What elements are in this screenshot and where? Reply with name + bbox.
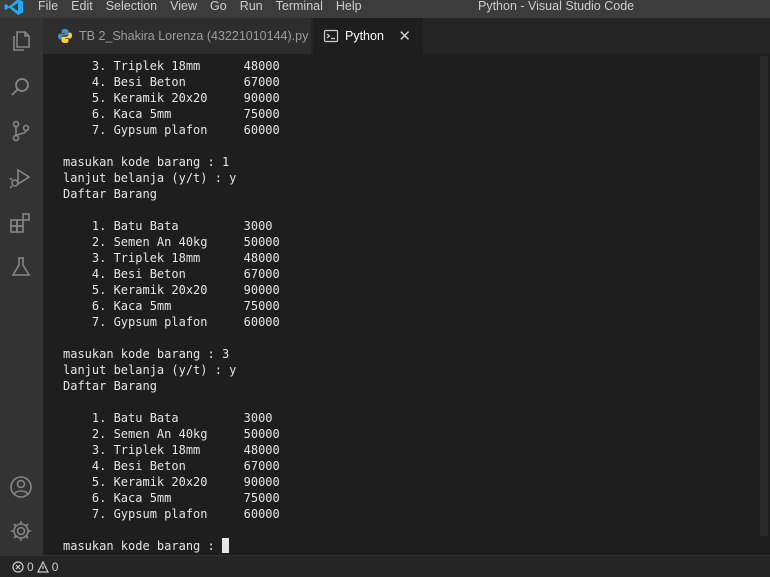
- tab-terminal-python[interactable]: Python ✕: [313, 18, 423, 54]
- problems-indicator[interactable]: 0 0: [12, 560, 58, 574]
- terminal-line: 1. Batu Bata 3000: [63, 219, 273, 233]
- menu-help[interactable]: Help: [336, 0, 369, 14]
- source-control-icon[interactable]: [8, 118, 34, 144]
- terminal-line: 6. Kaca 5mm 75000: [63, 491, 280, 505]
- terminal-line: masukan kode barang : 3: [63, 347, 230, 361]
- menu-selection[interactable]: Selection: [106, 0, 164, 14]
- tab-label: TB 2_Shakira Lorenza (43221010144).py: [79, 29, 309, 43]
- terminal-line: 7. Gypsum plafon 60000: [63, 123, 280, 137]
- testing-icon[interactable]: [8, 254, 34, 280]
- terminal-prompt-line[interactable]: masukan kode barang :: [63, 538, 280, 554]
- close-icon[interactable]: ✕: [398, 27, 411, 45]
- terminal-line: 4. Besi Beton 67000: [63, 459, 280, 473]
- terminal-cursor: [221, 538, 229, 553]
- terminal-panel[interactable]: 3. Triplek 18mm 48000 4. Besi Beton 6700…: [43, 54, 758, 555]
- menu-edit[interactable]: Edit: [71, 0, 100, 14]
- run-debug-icon[interactable]: [8, 164, 34, 190]
- menu-run[interactable]: Run: [240, 0, 270, 14]
- warning-icon: [36, 560, 49, 573]
- menu-go[interactable]: Go: [210, 0, 234, 14]
- warning-count: 0: [51, 559, 59, 574]
- window-title: Python - Visual Studio Code: [478, 0, 635, 13]
- terminal-line: 5. Keramik 20x20 90000: [63, 283, 280, 297]
- menu-bar: File Edit Selection View Go Run Terminal…: [38, 0, 375, 14]
- terminal-line: lanjut belanja (y/t) : y: [63, 171, 237, 185]
- terminal-icon: [323, 29, 339, 43]
- settings-gear-icon[interactable]: [8, 518, 34, 544]
- terminal-prompt: masukan kode barang :: [63, 539, 222, 553]
- account-icon[interactable]: [8, 474, 34, 500]
- terminal-line: 3. Triplek 18mm 48000: [63, 251, 280, 265]
- terminal-line: 3. Triplek 18mm 48000: [63, 59, 280, 73]
- status-bar: 0 0: [0, 555, 770, 577]
- title-bar: File Edit Selection View Go Run Terminal…: [0, 0, 770, 18]
- terminal-line: 3. Triplek 18mm 48000: [63, 443, 280, 457]
- tab-bar: TB 2_Shakira Lorenza (43221010144).py Py…: [43, 18, 770, 54]
- explorer-icon[interactable]: [8, 28, 34, 54]
- terminal-line: 2. Semen An 40kg 50000: [63, 427, 280, 441]
- terminal-line: 6. Kaca 5mm 75000: [63, 299, 280, 313]
- terminal-line: 4. Besi Beton 67000: [63, 75, 280, 89]
- terminal-line: 2. Semen An 40kg 50000: [63, 235, 280, 249]
- tab-label: Python: [345, 29, 384, 43]
- terminal-line: 5. Keramik 20x20 90000: [63, 91, 280, 105]
- terminal-output: 3. Triplek 18mm 48000 4. Besi Beton 6700…: [63, 58, 280, 554]
- terminal-line: 1. Batu Bata 3000: [63, 411, 273, 425]
- python-file-icon: [58, 29, 72, 43]
- terminal-line: 6. Kaca 5mm 75000: [63, 107, 280, 121]
- scrollbar-thumb[interactable]: [760, 56, 768, 536]
- activity-bar: [0, 18, 43, 555]
- terminal-line: lanjut belanja (y/t) : y: [63, 363, 237, 377]
- terminal-line: 5. Keramik 20x20 90000: [63, 475, 280, 489]
- terminal-line: 7. Gypsum plafon 60000: [63, 315, 280, 329]
- vscode-logo-icon: [4, 0, 23, 15]
- menu-terminal[interactable]: Terminal: [276, 0, 330, 14]
- terminal-line: masukan kode barang : 1: [63, 155, 230, 169]
- menu-file[interactable]: File: [38, 0, 65, 14]
- extensions-icon[interactable]: [8, 210, 34, 236]
- terminal-line: 7. Gypsum plafon 60000: [63, 507, 280, 521]
- error-icon: [12, 560, 24, 573]
- terminal-line: 4. Besi Beton 67000: [63, 267, 280, 281]
- tab-python-file[interactable]: TB 2_Shakira Lorenza (43221010144).py: [43, 18, 311, 54]
- search-icon[interactable]: [8, 74, 34, 100]
- terminal-line: Daftar Barang: [63, 379, 157, 393]
- menu-view[interactable]: View: [170, 0, 204, 14]
- terminal-line: Daftar Barang: [63, 187, 157, 201]
- error-count: 0: [27, 559, 34, 574]
